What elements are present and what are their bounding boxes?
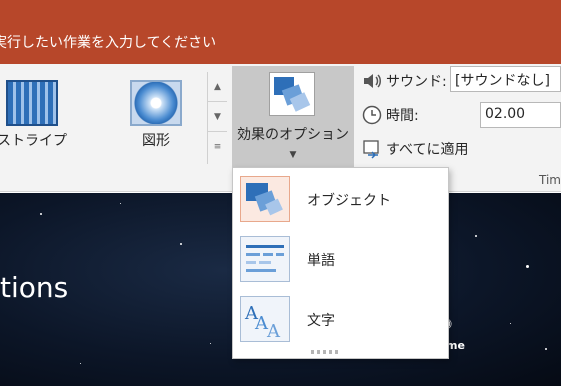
- title-bar: 実行したい作業を入力してください: [0, 0, 561, 64]
- object-effect-icon: [240, 176, 290, 222]
- sound-label: サウンド:: [386, 74, 447, 90]
- timing-group-label: Tim: [539, 173, 561, 187]
- scroll-up-icon[interactable]: ▲: [208, 72, 227, 102]
- star: [40, 213, 42, 215]
- stripes-icon: [6, 80, 58, 126]
- duration-row: 時間:: [362, 102, 462, 128]
- star: [80, 363, 81, 364]
- sound-row: サウンド:: [362, 68, 452, 94]
- apply-all-icon: [362, 139, 382, 159]
- dropdown-item-label: オブジェクト: [307, 193, 391, 209]
- star: [510, 323, 511, 324]
- star: [526, 265, 529, 268]
- dropdown-item-letter[interactable]: A A A 文字: [233, 290, 448, 348]
- dropdown-item-label: 文字: [307, 313, 335, 329]
- duration-label: 時間:: [386, 108, 419, 124]
- resize-grip-icon[interactable]: [311, 350, 339, 354]
- gallery-item-label: 図形: [142, 133, 170, 149]
- dropdown-item-word[interactable]: 単語: [233, 230, 448, 288]
- effect-options-dropdown: オブジェクト 単語 A A A 文字: [232, 167, 449, 359]
- gallery-item-shape[interactable]: 図形: [112, 68, 200, 154]
- letter-effect-icon: A A A: [240, 296, 290, 342]
- scroll-down-icon[interactable]: ▼: [208, 102, 227, 132]
- speaker-icon: [362, 71, 382, 91]
- star: [210, 343, 211, 344]
- dropdown-item-object[interactable]: オブジェクト: [233, 170, 448, 228]
- transition-gallery: ストライプ 図形 ▲ ▼ ≡: [0, 68, 228, 190]
- sound-select[interactable]: [サウンドなし]: [450, 66, 561, 92]
- word-effect-icon: [240, 236, 290, 282]
- clock-icon: [362, 105, 382, 125]
- star: [180, 243, 182, 245]
- chevron-down-icon: ▼: [289, 150, 297, 160]
- gallery-item-label: ストライプ: [0, 133, 67, 149]
- apply-to-all-label: すべてに適用: [386, 142, 469, 158]
- star: [545, 348, 547, 350]
- dropdown-item-label: 単語: [307, 253, 335, 269]
- tell-me-search-box[interactable]: 実行したい作業を入力してください: [0, 34, 216, 52]
- effect-options-icon: [269, 72, 315, 116]
- effect-options-button[interactable]: 効果のオプション ▼: [232, 66, 354, 170]
- effect-options-label: 効果のオプション: [237, 127, 349, 143]
- star: [475, 235, 477, 237]
- gallery-more-icon[interactable]: ≡: [208, 132, 227, 162]
- star: [120, 203, 121, 204]
- gallery-item-stripes[interactable]: ストライプ: [0, 68, 76, 154]
- apply-to-all-button[interactable]: すべてに適用: [362, 136, 502, 162]
- shape-icon: [130, 80, 182, 126]
- slide-title-text: tions: [0, 271, 69, 304]
- duration-input[interactable]: 02.00: [480, 102, 561, 128]
- gallery-scrollbar: ▲ ▼ ≡: [207, 72, 227, 164]
- svg-text:A: A: [266, 321, 281, 341]
